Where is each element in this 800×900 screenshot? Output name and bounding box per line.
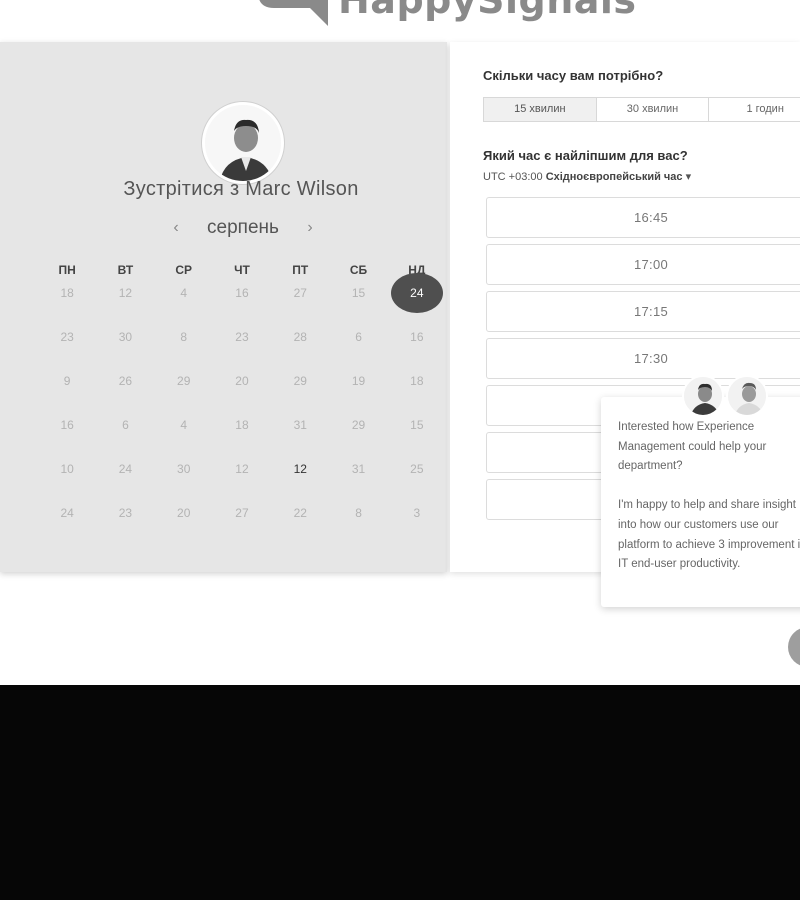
calendar-day[interactable]: 27 (271, 281, 329, 325)
calendar-day[interactable]: 18 (38, 281, 96, 325)
weekday-label: ЧТ (234, 263, 250, 277)
person-icon (728, 377, 766, 415)
caret-down-icon: ▾ (685, 171, 692, 183)
calendar-day-available[interactable]: 12 (271, 457, 329, 501)
time-slot[interactable]: 17:15 (486, 291, 800, 332)
weekday-label: СБ (349, 263, 368, 277)
chevron-right-icon[interactable]: › (302, 219, 318, 237)
header-logo: HappySignals (0, 0, 800, 40)
meeting-title: Зустрітися з Marc Wilson (123, 178, 359, 200)
calendar-day[interactable]: 15 (329, 281, 387, 325)
calendar-day[interactable]: 12 (213, 457, 271, 501)
calendar-day[interactable]: 24 (38, 501, 96, 545)
person-icon (684, 377, 722, 415)
blank-area (0, 685, 800, 900)
calendar-day[interactable]: 22 (271, 501, 329, 545)
calendar-week: 18 12 4 16 27 15 24 (38, 273, 446, 325)
calendar-day[interactable]: 6 (96, 413, 154, 457)
calendar-day[interactable]: 8 (329, 501, 387, 545)
calendar-week: 24 23 20 27 22 8 3 (38, 501, 446, 545)
calendar-day[interactable]: 23 (38, 325, 96, 369)
calendar-day[interactable]: 25 (388, 457, 446, 501)
calendar-day[interactable]: 8 (155, 325, 213, 369)
logo-icon (259, 0, 328, 26)
calendar-day[interactable]: 15 (388, 413, 446, 457)
calendar-day[interactable]: 3 (388, 501, 446, 545)
timezone-selector[interactable]: UTC +03:00 Східноєвропейський час ▾ (483, 170, 691, 183)
calendar-week: 23 30 8 23 28 6 16 (38, 325, 446, 369)
time-question: Який час є найліпшим для вас? (483, 148, 688, 163)
calendar-day[interactable]: 31 (271, 413, 329, 457)
calendar-day[interactable]: 18 (388, 369, 446, 413)
calendar-day[interactable]: 12 (96, 281, 154, 325)
timezone-offset: UTC +03:00 (483, 171, 543, 183)
calendar-day[interactable]: 19 (329, 369, 387, 413)
calendar-day[interactable]: 29 (329, 413, 387, 457)
chat-message: Interested how Experience Management cou… (618, 421, 800, 571)
calendar-week: 16 6 4 18 31 29 15 (38, 413, 446, 457)
logo-text: HappySignals (338, 0, 637, 22)
calendar-panel: Зустрітися з Marc Wilson ‹ серпень › ПН … (0, 42, 447, 572)
calendar-day[interactable]: 20 (155, 501, 213, 545)
timezone-name: Східноєвропейський час (545, 171, 683, 183)
weekday-header: ПН ВТ СР ЧТ ПТ СБ НД (38, 263, 446, 279)
time-slot[interactable]: 17:00 (486, 244, 800, 285)
weekday-label: СР (175, 263, 193, 277)
agent-avatar (682, 375, 724, 417)
weekday-label: ПН (58, 263, 76, 277)
month-navigator: ‹ серпень › (168, 215, 318, 241)
calendar-day[interactable]: 16 (388, 325, 446, 369)
weekday-label: ПТ (292, 263, 309, 277)
calendar-day[interactable]: 9 (38, 369, 96, 413)
calendar-day[interactable]: 30 (155, 457, 213, 501)
duration-selector: 15 хвилин 30 хвилин 1 годин (483, 97, 800, 122)
calendar-day[interactable]: 18 (213, 413, 271, 457)
calendar-day[interactable]: 16 (38, 413, 96, 457)
calendar-day[interactable]: 10 (38, 457, 96, 501)
calendar-day[interactable]: 29 (271, 369, 329, 413)
chat-launcher-button[interactable] (788, 627, 800, 667)
calendar-day[interactable]: 23 (213, 325, 271, 369)
duration-option[interactable]: 1 годин (709, 98, 800, 121)
calendar-day[interactable]: 4 (155, 413, 213, 457)
calendar-day[interactable]: 29 (155, 369, 213, 413)
current-month: серпень (207, 217, 279, 238)
weekday-label: ВТ (117, 263, 134, 277)
duration-option-selected[interactable]: 15 хвилин (484, 98, 597, 121)
calendar-day[interactable]: 16 (213, 281, 271, 325)
calendar-day-selected[interactable]: 24 (388, 273, 446, 325)
time-slot[interactable]: 17:30 (486, 338, 800, 379)
calendar-day[interactable]: 6 (329, 325, 387, 369)
calendar-day[interactable]: 4 (155, 281, 213, 325)
calendar-grid: ПН ВТ СР ЧТ ПТ СБ НД 18 12 4 16 27 15 24… (38, 263, 446, 520)
calendar-day[interactable]: 24 (96, 457, 154, 501)
person-icon (205, 105, 281, 181)
calendar-day[interactable]: 28 (271, 325, 329, 369)
calendar-day[interactable]: 23 (96, 501, 154, 545)
calendar-day[interactable]: 26 (96, 369, 154, 413)
calendar-week: 10 24 30 12 12 31 25 (38, 457, 446, 501)
chat-agent-avatars (682, 375, 770, 417)
calendar-day[interactable]: 27 (213, 501, 271, 545)
calendar-day[interactable]: 30 (96, 325, 154, 369)
chevron-left-icon[interactable]: ‹ (168, 219, 184, 237)
host-avatar (202, 102, 284, 184)
calendar-day[interactable]: 31 (329, 457, 387, 501)
duration-option[interactable]: 30 хвилин (597, 98, 710, 121)
agent-avatar (726, 375, 768, 417)
time-slot[interactable]: 16:45 (486, 197, 800, 238)
selected-day-label: 24 (390, 273, 443, 313)
calendar-day[interactable]: 20 (213, 369, 271, 413)
duration-question: Скільки часу вам потрібно? (483, 68, 664, 83)
calendar-week: 9 26 29 20 29 19 18 (38, 369, 446, 413)
